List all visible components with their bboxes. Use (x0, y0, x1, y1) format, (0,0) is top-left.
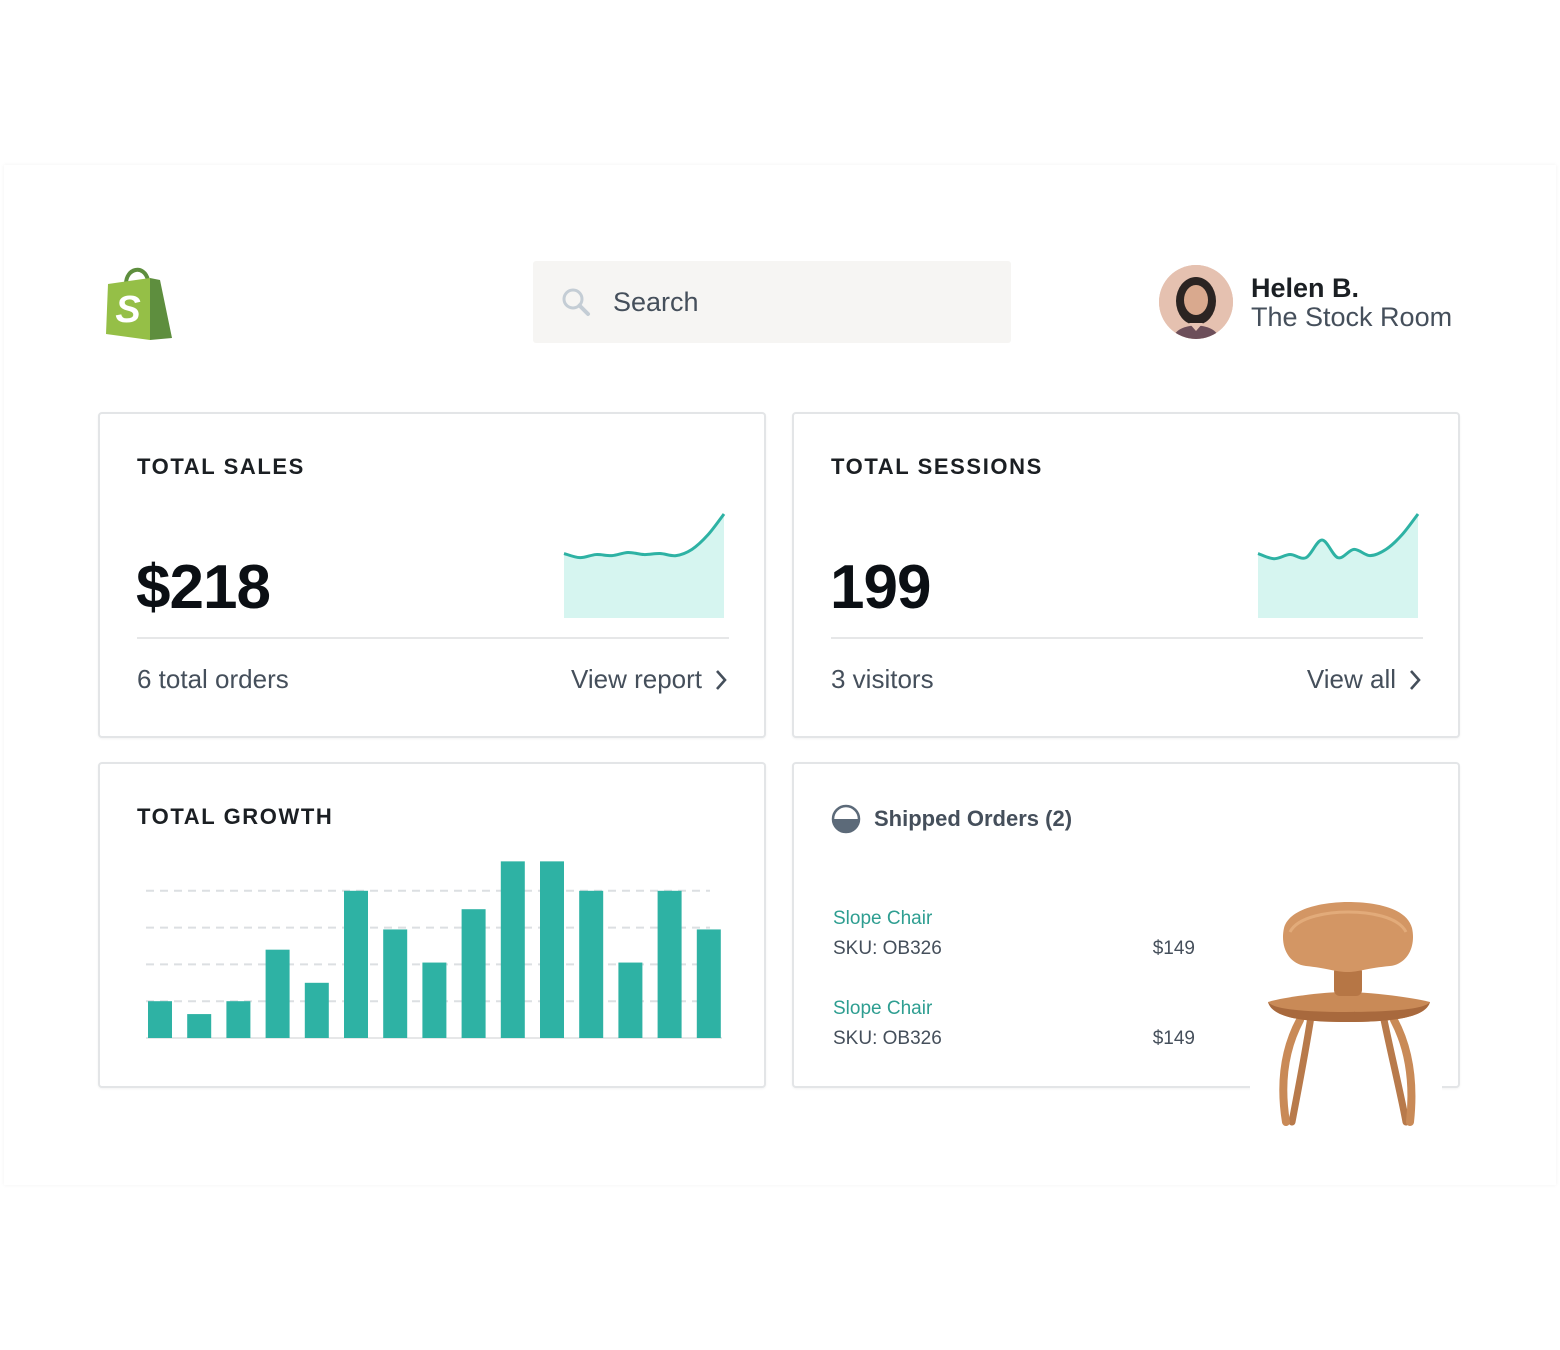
growth-bar (500, 861, 525, 1038)
growth-bar (618, 962, 643, 1038)
sessions-sparkline (1257, 513, 1420, 618)
chevron-right-icon (1410, 669, 1421, 690)
order-price: $149 (1152, 1028, 1195, 1049)
chair-product-image (1250, 900, 1442, 1135)
view-report-link[interactable]: View report (571, 664, 728, 695)
view-report-label: View report (570, 664, 702, 694)
status-half-icon (831, 804, 861, 834)
total-growth-card: TOTAL GROWTH (98, 762, 766, 1088)
search-input[interactable] (613, 281, 993, 323)
total-orders-text: 6 total orders (137, 664, 289, 694)
avatar-portrait (1159, 265, 1233, 339)
growth-bar (657, 890, 682, 1038)
search-icon (562, 288, 590, 316)
growth-bar-chart (146, 861, 722, 1039)
user-name: Helen B. (1251, 273, 1360, 303)
sales-sparkline (563, 513, 726, 618)
total-sales-value: $218 (136, 553, 271, 622)
growth-bar (148, 1001, 172, 1038)
divider (831, 637, 1423, 639)
order-product-name[interactable]: Slope Chair (833, 908, 932, 930)
order-price: $149 (1152, 938, 1195, 959)
growth-bar (344, 890, 368, 1038)
sparkline-area (564, 514, 724, 618)
growth-bar (579, 890, 604, 1038)
order-item[interactable]: Slope Chair SKU: OB326 $149 (833, 908, 1195, 978)
view-all-label: View all (1306, 664, 1396, 694)
growth-bar (540, 861, 564, 1038)
total-sales-card: TOTAL SALES $218 6 total orders View rep… (98, 412, 766, 738)
store-name: The Stock Room (1251, 302, 1453, 332)
card-title: TOTAL SESSIONS (831, 454, 1043, 479)
total-sessions-card: TOTAL SESSIONS 199 3 visitors View all (792, 412, 1460, 738)
chevron-right-icon (716, 669, 727, 690)
growth-bar (265, 949, 290, 1038)
shipped-orders-header: Shipped Orders (2) (831, 804, 1072, 834)
card-title: TOTAL SALES (137, 454, 305, 479)
growth-bar (383, 929, 408, 1038)
order-product-name[interactable]: Slope Chair (833, 998, 932, 1020)
visitors-text: 3 visitors (831, 664, 934, 694)
growth-bar (696, 929, 721, 1038)
order-sku: SKU: OB326 (833, 1028, 942, 1049)
card-title: TOTAL GROWTH (137, 804, 334, 829)
avatar[interactable] (1159, 265, 1233, 339)
sparkline-area (1258, 514, 1418, 618)
growth-bar (422, 962, 447, 1038)
order-sku: SKU: OB326 (833, 938, 942, 959)
total-sessions-value: 199 (830, 553, 931, 622)
order-item[interactable]: Slope Chair SKU: OB326 $149 (833, 998, 1195, 1068)
divider (137, 637, 729, 639)
view-all-link[interactable]: View all (1307, 664, 1422, 695)
growth-bar (461, 909, 486, 1038)
svg-text:S: S (115, 289, 140, 331)
growth-bar (187, 1014, 212, 1038)
search-bar[interactable] (533, 261, 1011, 343)
shopping-bag-icon[interactable]: S (104, 264, 174, 342)
growth-bar (226, 1001, 251, 1038)
growth-bar (304, 982, 329, 1038)
shipped-orders-title: Shipped Orders (2) (874, 806, 1073, 831)
